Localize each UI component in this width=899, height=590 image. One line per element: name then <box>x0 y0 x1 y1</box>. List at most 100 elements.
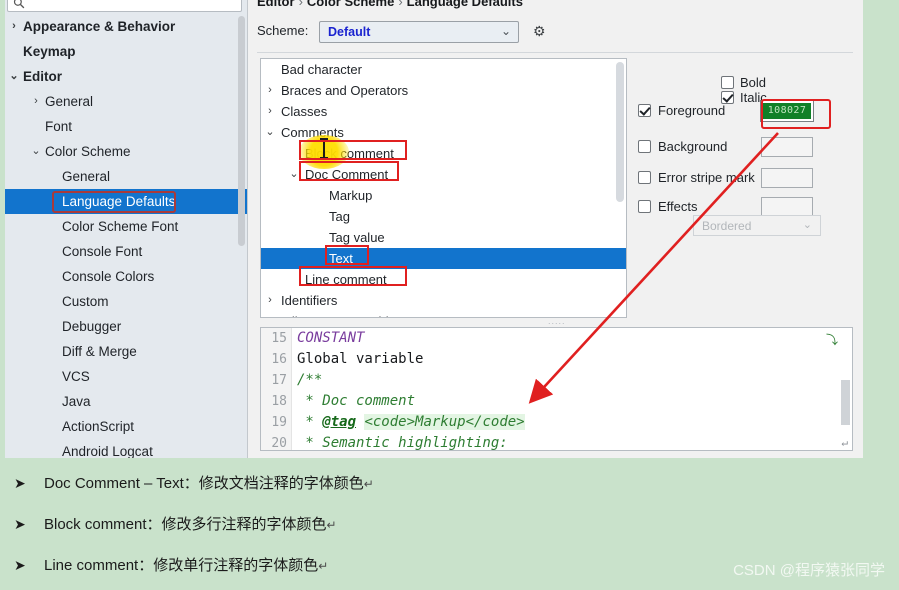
sidebar-item-general[interactable]: › General <box>5 89 247 114</box>
preview-line: 18 * Doc comment <box>261 391 852 412</box>
attribute-row-label: Text <box>329 251 353 266</box>
chevron-right-icon[interactable]: › <box>263 80 277 101</box>
sidebar-item-vcs[interactable]: VCS <box>5 364 247 389</box>
breadcrumb-separator-2: › <box>398 0 403 9</box>
chevron-right-icon[interactable]: › <box>27 89 45 114</box>
bold-checkbox-group[interactable]: Bold <box>721 75 766 90</box>
sidebar-item-label: General <box>45 94 94 109</box>
scheme-label: Scheme: <box>257 23 309 38</box>
attribute-row-tag[interactable]: Tag <box>261 206 626 227</box>
error-stripe-color-swatch[interactable] <box>761 168 813 188</box>
sidebar-item-actionscript[interactable]: ActionScript <box>5 414 247 439</box>
settings-content: Editor › Color Scheme › Language Defaults Sc… <box>248 0 863 458</box>
attribute-row-bad-character[interactable]: Bad character <box>261 59 626 80</box>
note-text-3: Line comment：修改单行注释的字体颜色 <box>44 557 319 574</box>
sidebar-item-label: Console Font <box>62 244 143 259</box>
gear-icon[interactable]: ⚙ <box>533 23 546 40</box>
chevron-down-icon-effects: ⌄ <box>802 219 812 231</box>
sidebar-item-keymap[interactable]: Keymap <box>5 39 247 64</box>
breadcrumb-part-editor[interactable]: Editor <box>257 0 295 9</box>
attribute-row-identifiers[interactable]: › Identifiers <box>261 290 626 311</box>
sidebar-item-debugger[interactable]: Debugger <box>5 314 247 339</box>
foreground-checkbox[interactable] <box>638 104 651 117</box>
attribute-row-block-comment[interactable]: Block comment <box>261 143 626 164</box>
attribute-row-label: Block comment <box>305 146 394 161</box>
code-token: /** <box>297 372 323 388</box>
chevron-right-icon[interactable]: › <box>263 290 277 311</box>
annotation-box-language-defaults <box>52 191 176 213</box>
code-preview[interactable]: 15 CONSTANT 16 Global variable 17 /** 18 * Doc… <box>260 327 853 451</box>
sidebar-item-custom[interactable]: Custom <box>5 289 247 314</box>
line-text: Global variable <box>297 349 423 370</box>
effect-type-dropdown[interactable]: Bordered ⌄ <box>693 215 821 236</box>
effects-row[interactable]: Effects <box>638 199 698 214</box>
italic-checkbox-group[interactable]: Italic <box>721 90 767 105</box>
attribute-row-inline-parameter-hint[interactable]: Inline parameter hint <box>261 311 626 317</box>
screenshot-root: › Appearance & Behavior Keymap ⌄ Editor › Gene… <box>0 0 899 590</box>
effects-checkbox[interactable] <box>638 200 651 213</box>
sidebar-item-label: VCS <box>62 369 90 384</box>
sidebar-item-label: Editor <box>23 69 62 84</box>
breadcrumb-part-color-scheme[interactable]: Color Scheme <box>307 0 394 9</box>
error-stripe-row[interactable]: Error stripe mark <box>638 170 755 185</box>
sidebar-item-label: Java <box>62 394 91 409</box>
sidebar-item-color-scheme[interactable]: ⌄ Color Scheme <box>5 139 247 164</box>
code-token: CONSTANT <box>297 330 365 346</box>
chevron-down-icon[interactable]: ⌄ <box>263 122 277 143</box>
preview-scrollbar[interactable] <box>841 380 850 425</box>
attribute-tree-scrollbar[interactable] <box>616 62 624 202</box>
background-color-swatch[interactable] <box>761 137 813 157</box>
sidebar-item-console-colors[interactable]: Console Colors <box>5 264 247 289</box>
chevron-right-icon[interactable]: › <box>5 14 23 39</box>
background-checkbox[interactable] <box>638 140 651 153</box>
sidebar-item-android-logcat[interactable]: Android Logcat <box>5 439 247 458</box>
sidebar-item-diff-merge[interactable]: Diff & Merge <box>5 339 247 364</box>
chevron-down-icon[interactable]: ⌄ <box>287 164 301 185</box>
attribute-row-markup[interactable]: Markup <box>261 185 626 206</box>
line-text: CONSTANT <box>297 328 364 349</box>
fold-icon[interactable]: ⤵ <box>826 331 838 348</box>
chevron-right-icon[interactable]: › <box>263 101 277 122</box>
bold-checkbox[interactable] <box>721 76 734 89</box>
scheme-value: Default <box>328 25 371 39</box>
error-stripe-checkbox[interactable] <box>638 171 651 184</box>
settings-sidebar: › Appearance & Behavior Keymap ⌄ Editor › Gene… <box>5 0 248 458</box>
sidebar-item-console-font[interactable]: Console Font <box>5 239 247 264</box>
attribute-row-braces-and-operators[interactable]: › Braces and Operators <box>261 80 626 101</box>
scheme-dropdown[interactable]: Default ⌄ <box>319 21 519 43</box>
chevron-down-icon[interactable]: ⌄ <box>27 139 45 164</box>
sidebar-item-java[interactable]: Java <box>5 389 247 414</box>
foreground-color-swatch[interactable]: 108027 <box>760 100 814 122</box>
foreground-label: Foreground <box>658 103 726 118</box>
foreground-color-hex: 108027 <box>767 105 807 116</box>
attribute-tree: Bad character › Braces and Operators › Class… <box>261 59 626 317</box>
code-token: * Doc comment <box>297 393 416 409</box>
sidebar-item-label: Diff & Merge <box>62 344 137 359</box>
sidebar-item-appearance-behavior[interactable]: › Appearance & Behavior <box>5 14 247 39</box>
bullet-icon-1: ➤ <box>14 475 26 491</box>
attribute-row-classes[interactable]: › Classes <box>261 101 626 122</box>
attribute-row-line-comment[interactable]: Line comment <box>261 269 626 290</box>
chevron-down-icon[interactable]: ⌄ <box>5 64 23 89</box>
attribute-row-tag-value[interactable]: Tag value <box>261 227 626 248</box>
foreground-row[interactable]: Foreground <box>638 103 725 118</box>
effects-color-swatch[interactable] <box>761 197 813 217</box>
panel-splitter-handle[interactable]: ::::: <box>548 320 574 330</box>
watermark: CSDN @程序猿张同学 <box>733 562 885 579</box>
settings-search-box[interactable] <box>7 0 242 12</box>
sidebar-item-editor[interactable]: ⌄ Editor <box>5 64 247 89</box>
background-row[interactable]: Background <box>638 139 727 154</box>
attribute-row-label: Doc Comment <box>305 167 389 182</box>
attribute-row-doc-comment[interactable]: ⌄ Doc Comment <box>261 164 626 185</box>
sidebar-item-general[interactable]: General <box>5 164 247 189</box>
sidebar-item-font[interactable]: Font <box>5 114 247 139</box>
bold-label: Bold <box>740 75 767 90</box>
sidebar-item-color-scheme-font[interactable]: Color Scheme Font <box>5 214 247 239</box>
line-number: 15 <box>271 331 287 346</box>
attribute-row-label: Classes <box>281 104 328 119</box>
sidebar-scrollbar[interactable] <box>238 16 245 246</box>
attribute-row-comments[interactable]: ⌄ Comments <box>261 122 626 143</box>
chevron-down-icon: ⌄ <box>500 24 511 38</box>
attribute-row-text[interactable]: Text <box>261 248 626 269</box>
attribute-row-label: Tag <box>329 209 350 224</box>
